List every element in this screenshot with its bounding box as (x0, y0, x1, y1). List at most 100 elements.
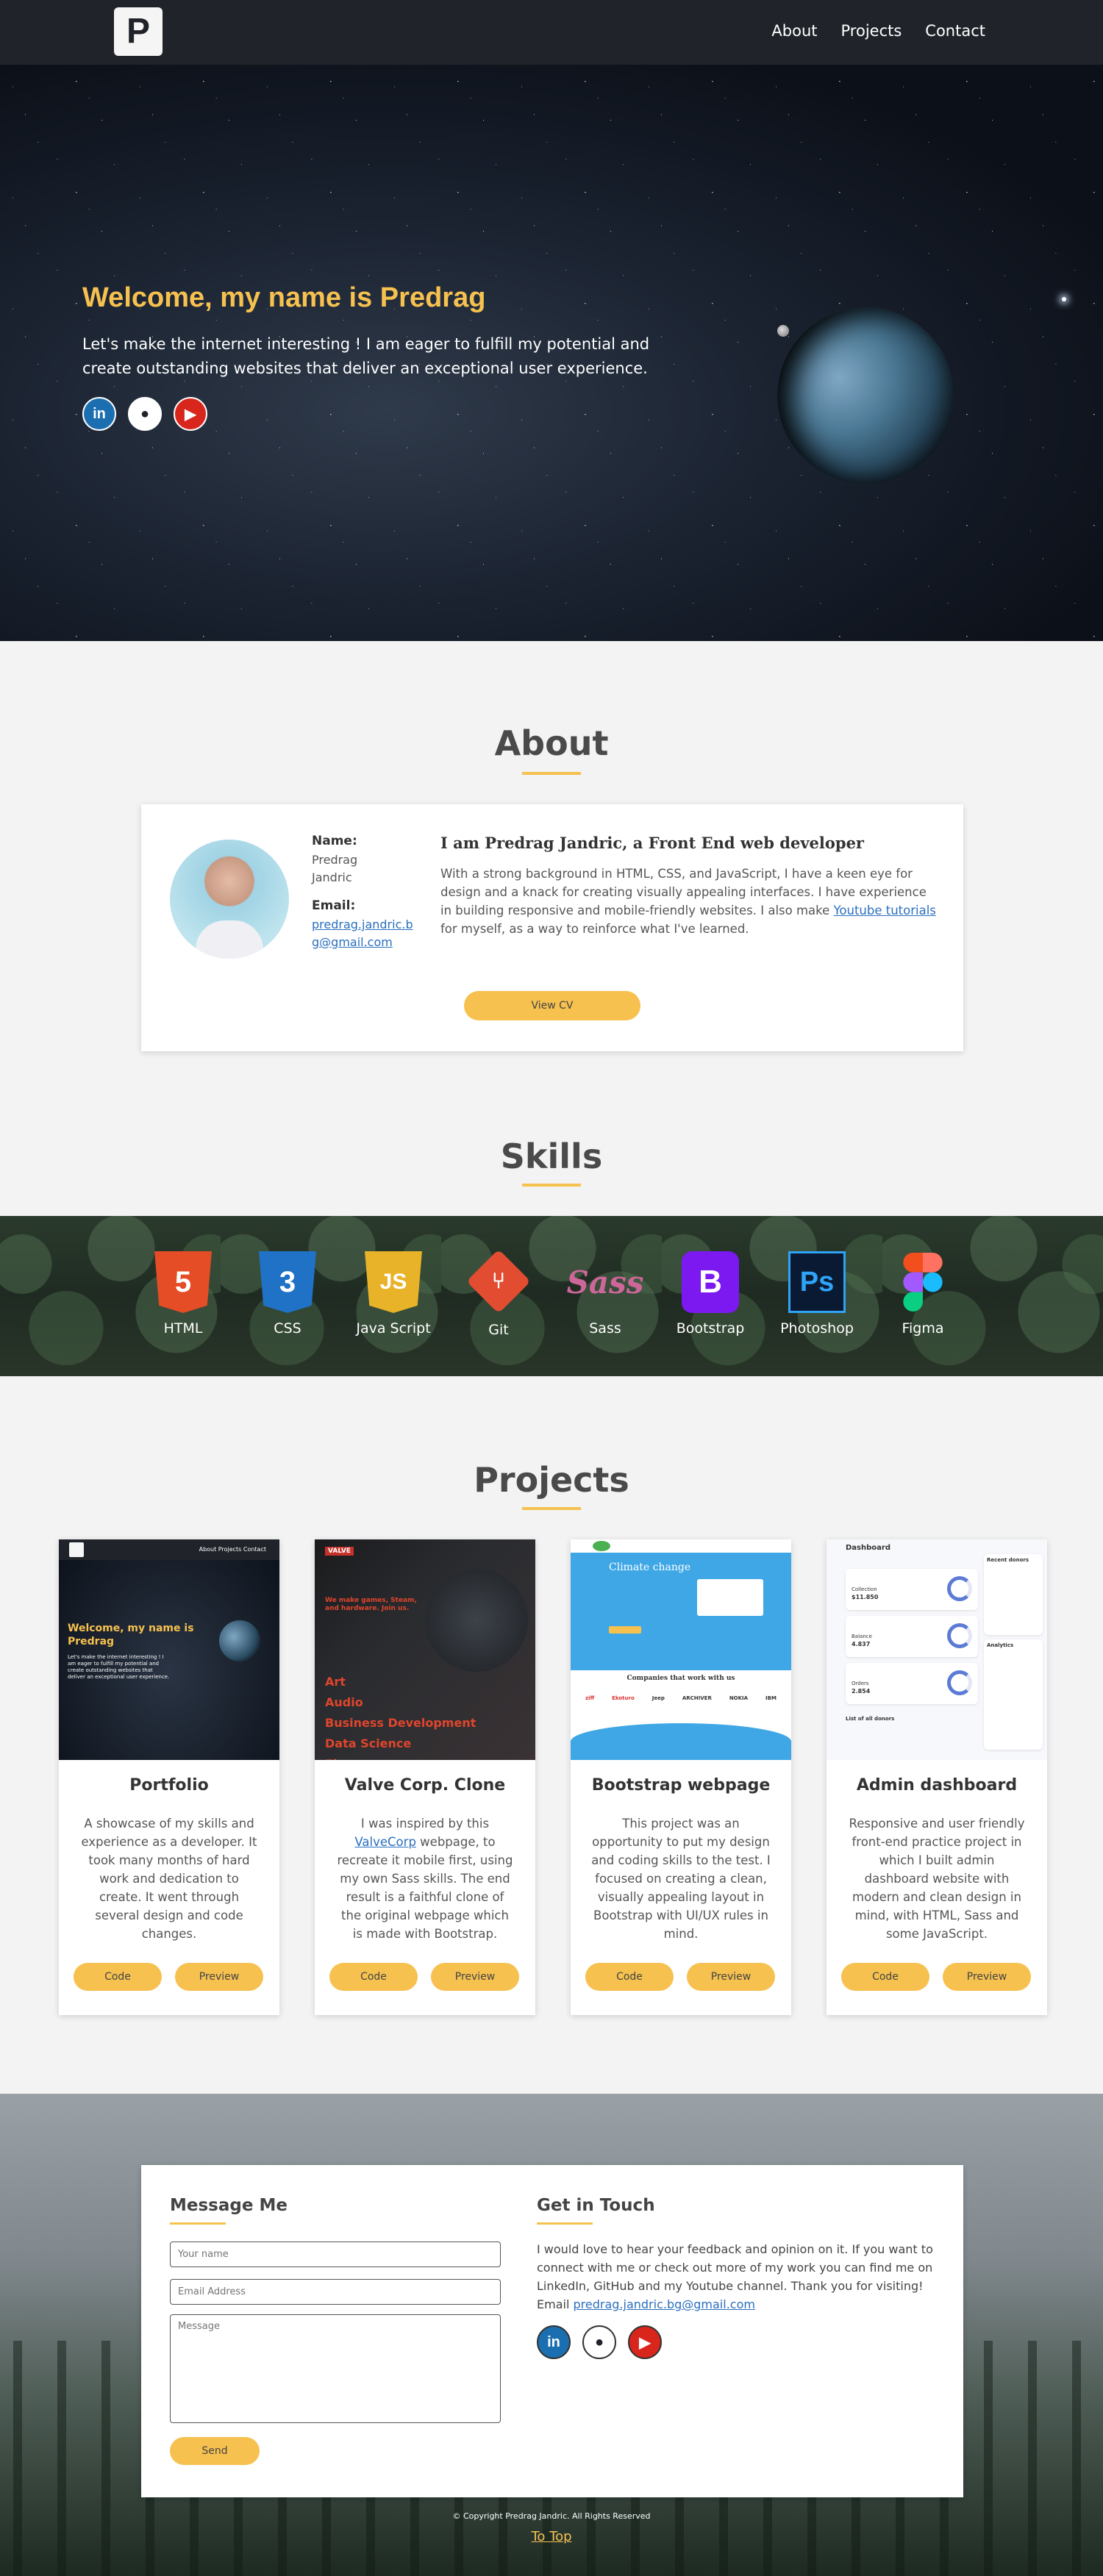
skill-git: ⑂ Git (458, 1249, 539, 1338)
about-text-part2: for myself, as a way to reinforce what I… (440, 922, 749, 936)
project-description: A showcase of my skills and experience a… (81, 1817, 257, 1941)
thumb-hero-title: Climate change (609, 1561, 691, 1573)
linkedin-icon[interactable]: in (537, 2325, 571, 2359)
nav-link-projects[interactable]: Projects (841, 22, 902, 40)
skill-label: Java Script (356, 1320, 431, 1337)
name-input[interactable] (170, 2242, 501, 2267)
skill-css: 3 CSS (247, 1251, 328, 1337)
javascript-icon: JS (365, 1251, 422, 1313)
html5-icon: 5 (154, 1251, 212, 1313)
project-thumbnail[interactable]: VALVE We make games, Steam, and hardware… (315, 1539, 535, 1760)
preview-button[interactable]: Preview (943, 1963, 1031, 1991)
skill-photoshop: Ps Photoshop (777, 1251, 857, 1337)
project-title: Portfolio (129, 1776, 209, 1795)
project-thumbnail[interactable]: Dashboard Collection $11.850 Balance 4.8… (827, 1539, 1047, 1760)
code-button[interactable]: Code (74, 1963, 162, 1991)
message-textarea[interactable] (170, 2314, 501, 2423)
about-heading: About (494, 723, 609, 763)
skill-label: Figma (902, 1320, 944, 1337)
comet-image (1062, 297, 1066, 301)
bootstrap-icon: B (682, 1251, 739, 1313)
message-me-heading: Message Me (170, 2196, 288, 2215)
skill-sass: Sass Sass (565, 1251, 646, 1337)
git-icon: ⑂ (466, 1249, 531, 1314)
contact-paragraph: I would love to hear your feedback and o… (537, 2242, 933, 2293)
contact-email-link[interactable]: predrag.jandric.bg@gmail.com (573, 2297, 754, 2311)
send-button[interactable]: Send (170, 2437, 260, 2465)
valvecorp-link[interactable]: ValveCorp (354, 1835, 416, 1849)
top-navbar: P About Projects Contact (0, 0, 1103, 65)
view-cv-button[interactable]: View CV (464, 991, 640, 1020)
skills-heading-underline (522, 1184, 581, 1187)
preview-button[interactable]: Preview (431, 1963, 519, 1991)
github-icon[interactable]: ● (582, 2325, 616, 2359)
about-description: With a strong background in HTML, CSS, a… (440, 865, 940, 938)
panel-label: Analytics (987, 1642, 1014, 1648)
hero-text: Let's make the internet interesting ! I … (82, 335, 650, 377)
panel-value: $11.850 (852, 1594, 879, 1600)
thumb-wave (571, 1723, 791, 1760)
sass-icon: Sass (566, 1264, 644, 1300)
thumb-job-item: Finance (325, 1754, 476, 1760)
skill-javascript: JS Java Script (353, 1251, 434, 1337)
nav-link-about[interactable]: About (771, 22, 817, 40)
email-input[interactable] (170, 2279, 501, 2305)
thumb-planet-image (219, 1620, 260, 1661)
skill-label: Bootstrap (676, 1320, 745, 1337)
skill-label: Git (488, 1322, 509, 1338)
skills-band: 5 HTML 3 CSS JS Java Script ⑂ Git Sass S… (0, 1216, 1103, 1376)
panel-ring-chart (947, 1623, 972, 1648)
about-card: Name: Predrag Jandric Email: predrag.jan… (141, 804, 963, 1051)
preview-button[interactable]: Preview (687, 1963, 775, 1991)
youtube-icon[interactable]: ▶ (174, 397, 207, 431)
name-label: Name: (312, 834, 357, 848)
hero-section: Welcome, my name is Predrag Let's make t… (0, 65, 1103, 641)
panel-value: 2.854 (852, 1688, 871, 1695)
project-card-valve: VALVE We make games, Steam, and hardware… (315, 1539, 535, 2015)
nav-link-contact[interactable]: Contact (925, 22, 985, 40)
thumb-headline: We make games, Steam, and hardware. Join… (325, 1597, 417, 1612)
thumb-headphones-image (425, 1569, 528, 1672)
project-thumbnail[interactable]: Climate change Companies that work with … (571, 1539, 791, 1760)
thumb-company-logos: ziff Ekoturo Jeep ARCHIVER NOKIA IBM (585, 1695, 777, 1701)
thumb-title: Welcome, my name is Predrag (68, 1622, 194, 1647)
thumb-dashboard-title: Dashboard (846, 1544, 890, 1552)
email-prefix: Email (537, 2297, 574, 2311)
preview-button[interactable]: Preview (175, 1963, 263, 1991)
contact-card: Message Me Send Get in Touch I would lov… (141, 2165, 963, 2497)
to-top-link[interactable]: To Top (0, 2529, 1103, 2544)
panel-label: Orders (852, 1681, 869, 1686)
youtube-tutorials-link[interactable]: Youtube tutorials (834, 904, 936, 917)
code-button[interactable]: Code (841, 1963, 929, 1991)
linkedin-icon[interactable]: in (82, 397, 116, 431)
panel-label: Recent donors (987, 1557, 1029, 1563)
moon-image (777, 325, 789, 337)
thumb-brand: VALVE (325, 1547, 354, 1556)
logo-glyph: P (126, 12, 150, 51)
copyright-text: © Copyright Predrag Jandric. All Rights … (452, 2511, 651, 2521)
code-button[interactable]: Code (585, 1963, 674, 1991)
project-thumbnail[interactable]: About Projects Contact Welcome, my name … (59, 1539, 279, 1760)
site-logo[interactable]: P (114, 7, 163, 56)
projects-heading: Projects (474, 1460, 629, 1500)
about-email-link[interactable]: predrag.jandric.bg@gmail.com (312, 916, 415, 951)
thumb-list-title: List of all donors (846, 1716, 895, 1722)
panel-value: 4.837 (852, 1641, 871, 1647)
message-me-underline (170, 2222, 226, 2225)
project-title: Valve Corp. Clone (344, 1776, 506, 1795)
photoshop-icon: Ps (788, 1251, 846, 1313)
thumb-panel-collection: Collection $11.850 (846, 1569, 978, 1610)
youtube-icon[interactable]: ▶ (628, 2325, 662, 2359)
code-button[interactable]: Code (329, 1963, 418, 1991)
skill-label: Photoshop (780, 1320, 854, 1337)
github-icon[interactable]: ● (128, 397, 162, 431)
panel-label: Collection (852, 1586, 877, 1592)
figma-icon (894, 1251, 952, 1313)
project-title: Admin dashboard (856, 1776, 1018, 1795)
contact-text: I would love to hear your feedback and o… (537, 2240, 934, 2314)
company-logo: ARCHIVER (682, 1695, 712, 1701)
project-card-portfolio: About Projects Contact Welcome, my name … (59, 1539, 279, 2015)
hero-social-links: in ● ▶ (82, 397, 207, 431)
panel-label: Balance (852, 1634, 872, 1639)
hero-title: Welcome, my name is Predrag (82, 282, 486, 313)
